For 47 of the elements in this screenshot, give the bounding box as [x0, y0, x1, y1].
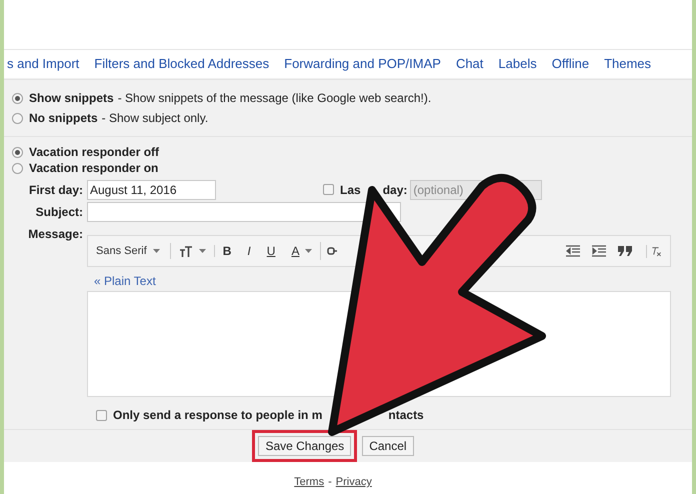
field-label: Las: [340, 182, 361, 198]
settings-tab[interactable]: Chat: [456, 54, 484, 74]
text-color-button[interactable]: A: [283, 242, 322, 260]
cancel-button[interactable]: Cancel: [362, 436, 414, 456]
field-label: day:: [382, 182, 408, 198]
settings-tab[interactable]: s and Import: [7, 54, 80, 74]
indent-less-icon[interactable]: [566, 245, 580, 257]
indent-more-icon[interactable]: [592, 245, 606, 257]
option-label: ntacts: [388, 407, 424, 424]
font-dropdown[interactable]: Sans Serif: [96, 242, 171, 260]
option-label: Vacation responder off: [29, 144, 160, 161]
option-label: Vacation responder on: [29, 160, 158, 177]
separator: -: [328, 475, 332, 490]
remove-formatting-icon[interactable]: [646, 244, 662, 258]
radio-button[interactable]: [12, 162, 23, 174]
settings-tab[interactable]: Forwarding and POP/IMAP: [284, 54, 441, 74]
italic-button[interactable]: I: [239, 242, 259, 260]
radio-button[interactable]: [12, 92, 23, 104]
bold-button[interactable]: B: [214, 242, 240, 260]
subject-field[interactable]: [87, 202, 401, 222]
save-changes-button[interactable]: Save Changes: [258, 436, 352, 456]
settings-tab[interactable]: Themes: [604, 54, 652, 74]
option-description: - Show subject only.: [102, 110, 208, 127]
field-label: First day:: [28, 182, 84, 198]
text-size-icon: [178, 245, 193, 257]
field-label: Subject:: [34, 204, 84, 220]
underline-button[interactable]: U: [258, 242, 284, 260]
settings-tab[interactable]: Filters and Blocked Addresses: [94, 54, 270, 74]
plain-text-link[interactable]: « Plain Text: [94, 272, 671, 290]
footer-link[interactable]: Terms: [294, 474, 324, 490]
footer-link[interactable]: Privacy: [336, 474, 372, 490]
checkbox[interactable]: [323, 184, 334, 195]
option-label: Only send a response to people in m: [113, 407, 322, 424]
caret-icon: [152, 249, 160, 253]
radio-button[interactable]: [12, 146, 23, 158]
caret-icon: [305, 249, 312, 253]
field-label: Message:: [27, 226, 84, 243]
option-description: - Show snippets of the message (like Google web search!).: [118, 90, 432, 107]
quote-icon[interactable]: [618, 246, 632, 256]
settings-tab[interactable]: Labels: [498, 54, 537, 74]
option-label: Show snippets: [29, 90, 114, 107]
option-label: No snippets: [29, 110, 98, 127]
radio-button[interactable]: [12, 112, 23, 124]
checkbox[interactable]: [96, 410, 107, 420]
caret-icon: [198, 249, 206, 253]
settings-tab[interactable]: Offline: [552, 54, 590, 74]
date-field[interactable]: August 11, 2016: [87, 180, 216, 200]
